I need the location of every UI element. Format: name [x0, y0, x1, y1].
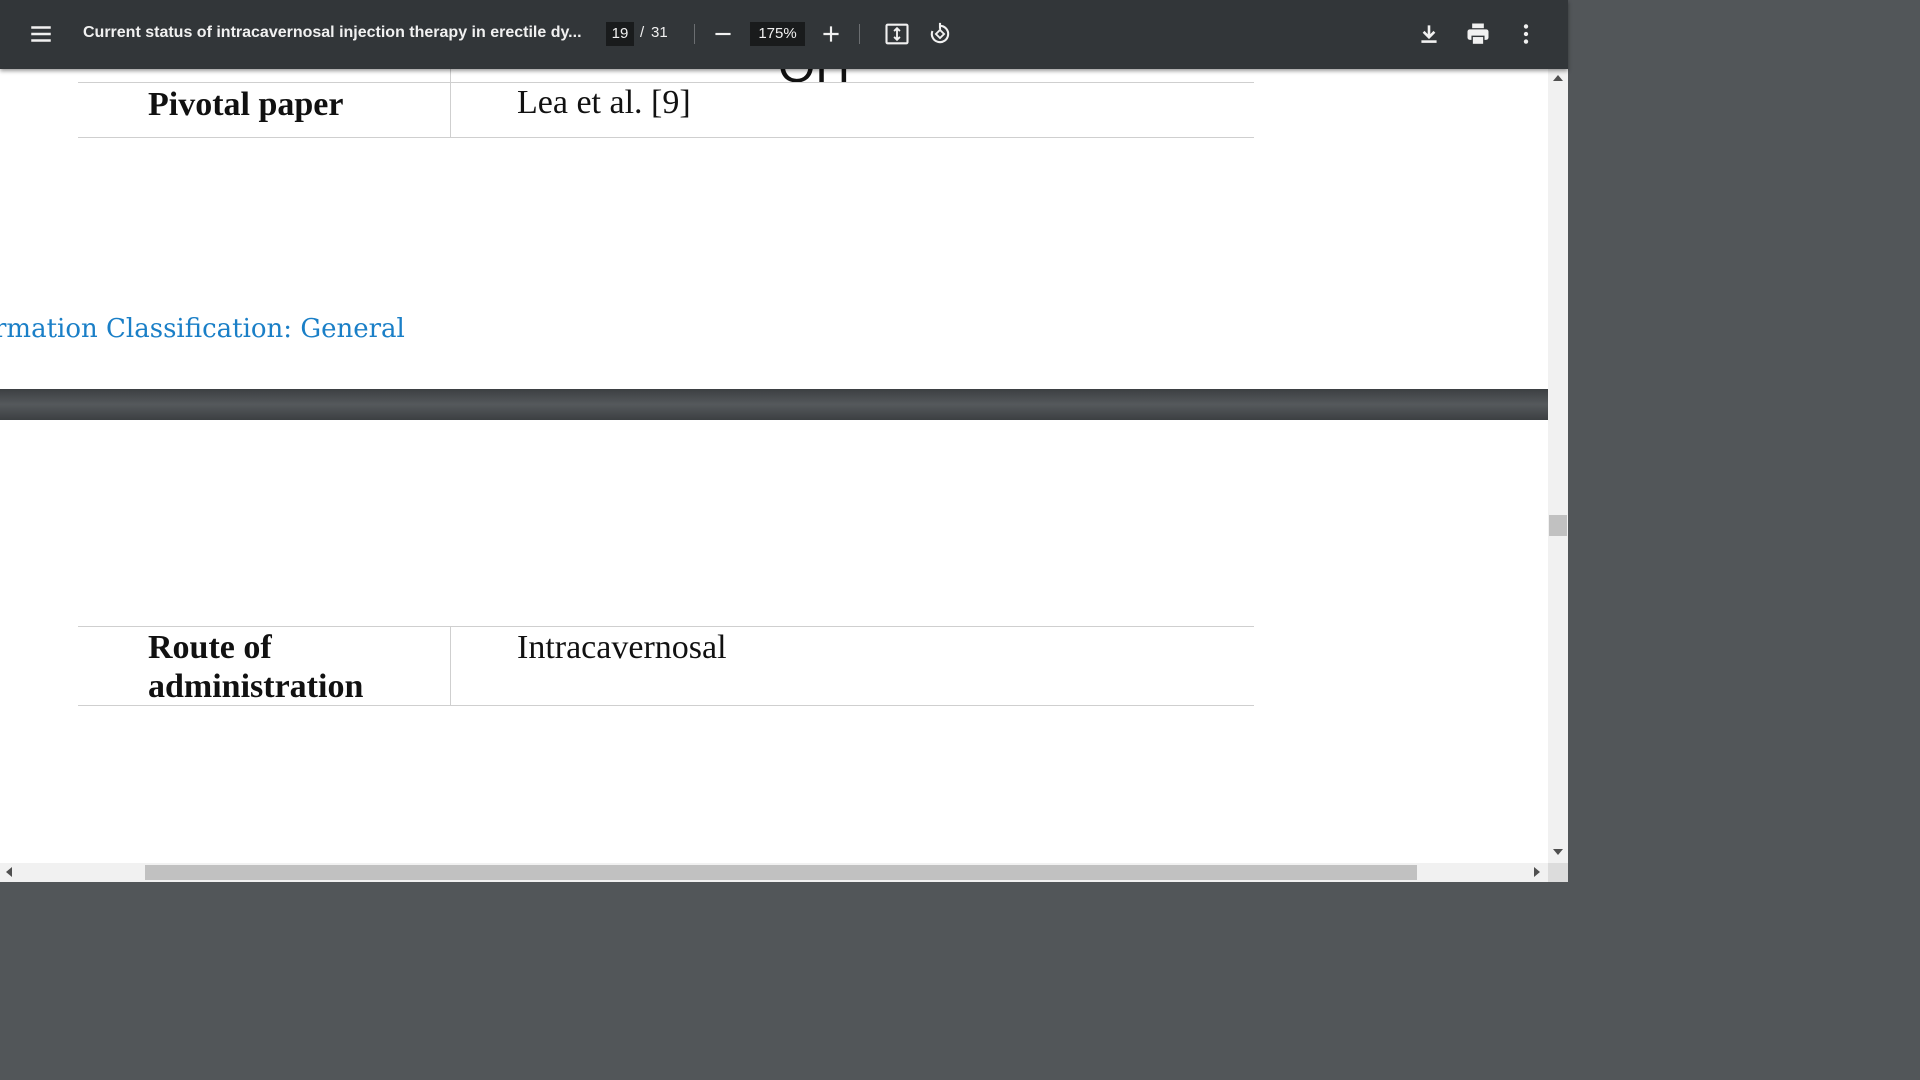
page-total: 31: [651, 24, 668, 41]
page-separator: /: [640, 24, 645, 41]
table-value-pivotal-paper: Lea et al. [9]: [517, 84, 691, 121]
table-rule: [78, 626, 1254, 627]
pdf-viewport[interactable]: OH Pivotal paper Lea et al. [9] rmation …: [0, 69, 1548, 863]
table-column-rule: [450, 69, 451, 137]
table-label-pivotal-paper: Pivotal paper: [148, 86, 344, 123]
rotate-icon: [930, 22, 950, 44]
scroll-down-arrow-icon[interactable]: [1553, 849, 1563, 855]
zoom-level-input[interactable]: [750, 22, 805, 46]
vertical-scroll-thumb[interactable]: [1549, 515, 1567, 536]
menu-icon: [31, 26, 51, 42]
zoom-in-button[interactable]: [818, 20, 844, 48]
scrollbar-corner: [1548, 863, 1568, 882]
vertical-scrollbar[interactable]: [1548, 69, 1568, 863]
toolbar-divider: [694, 24, 695, 44]
more-options-button[interactable]: [1513, 20, 1539, 48]
page-number-input[interactable]: [606, 22, 634, 46]
pdf-toolbar: Current status of intracavernosal inject…: [0, 0, 1568, 69]
zoom-out-button[interactable]: [710, 20, 736, 48]
horizontal-scroll-thumb[interactable]: [145, 865, 1417, 880]
table-label-route-line2: administration: [148, 668, 364, 705]
pdf-page: Route of administration Intracavernosal: [0, 420, 1548, 863]
table-label-route-line1: Route of: [148, 629, 272, 666]
scroll-left-arrow-icon[interactable]: [6, 867, 12, 877]
table-rule: [78, 705, 1254, 706]
scroll-up-arrow-icon[interactable]: [1553, 75, 1563, 81]
rotate-button[interactable]: [926, 20, 954, 48]
horizontal-scrollbar[interactable]: [0, 863, 1548, 882]
document-title: Current status of intracavernosal inject…: [83, 24, 582, 41]
table-value-route: Intracavernosal: [517, 629, 727, 666]
plus-icon: [823, 26, 839, 42]
more-vert-icon: [1523, 24, 1529, 44]
classification-footer: rmation Classification: General: [0, 314, 405, 344]
minus-icon: [715, 32, 731, 36]
scroll-right-arrow-icon[interactable]: [1534, 867, 1540, 877]
fit-page-icon: [885, 23, 909, 45]
fit-to-page-button[interactable]: [883, 20, 911, 48]
menu-button[interactable]: [28, 21, 54, 47]
table-column-rule: [450, 626, 451, 706]
print-button[interactable]: [1464, 20, 1492, 48]
print-icon: [1467, 23, 1489, 46]
download-button[interactable]: [1416, 20, 1442, 48]
page-separator-gap: [0, 389, 1548, 420]
download-icon: [1421, 25, 1437, 43]
table-rule: [78, 137, 1254, 138]
toolbar-divider: [859, 24, 860, 44]
